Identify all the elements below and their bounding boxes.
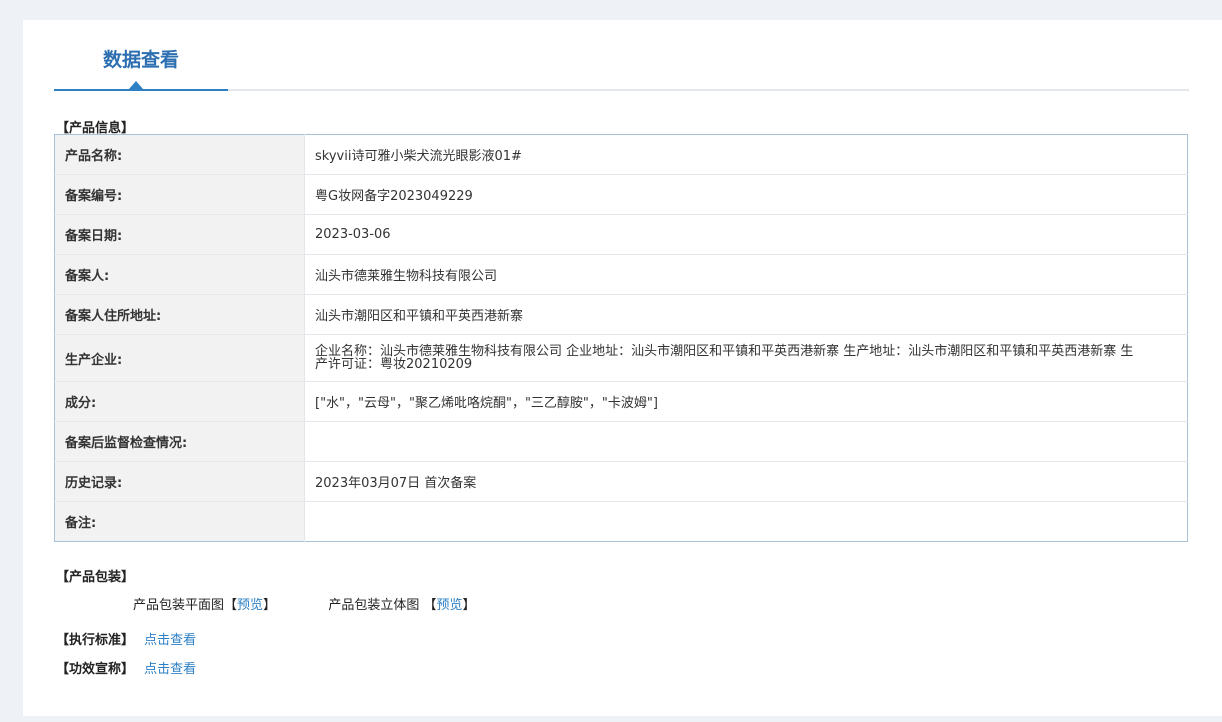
main-panel: 数据查看 【产品信息】 产品名称: skyvii诗可雅小柴犬流光眼影液01# 备… bbox=[23, 20, 1222, 716]
row-value-product-name: skyvii诗可雅小柴犬流光眼影液01# bbox=[304, 134, 1188, 175]
packaging-row: 产品包装平面图【预览】 产品包装立体图 【预览】 bbox=[133, 594, 476, 613]
packaging-flat-preview-link[interactable]: 预览 bbox=[237, 598, 263, 613]
row-value-registrant: 汕头市德莱雅生物科技有限公司 bbox=[304, 254, 1188, 295]
table-row: 产品名称: skyvii诗可雅小柴犬流光眼影液01# bbox=[54, 134, 1188, 175]
packaging-section-title: 【产品包装】 bbox=[56, 570, 135, 585]
table-row: 历史记录: 2023年03月07日 首次备案 bbox=[54, 461, 1188, 502]
row-label-history: 历史记录: bbox=[54, 461, 305, 502]
standard-view-link[interactable]: 点击查看 bbox=[144, 633, 196, 648]
table-row: 备案编号: 粤G妆网备字2023049229 bbox=[54, 174, 1188, 215]
row-label-remarks: 备注: bbox=[54, 501, 305, 542]
bracket-close: 】 bbox=[263, 598, 277, 613]
table-row: 备案后监督检查情况: bbox=[54, 421, 1188, 462]
table-row: 备案人住所地址: 汕头市潮阳区和平镇和平英西港新寨 bbox=[54, 294, 1188, 335]
row-value-record-date: 2023-03-06 bbox=[304, 214, 1188, 255]
bracket-open: 【 bbox=[423, 598, 437, 613]
row-value-manufacturer: 企业名称：汕头市德莱雅生物科技有限公司 企业地址：汕头市潮阳区和平镇和平英西港新… bbox=[304, 334, 1188, 382]
row-value-registrant-address: 汕头市潮阳区和平镇和平英西港新寨 bbox=[304, 294, 1188, 335]
table-row: 备案日期: 2023-03-06 bbox=[54, 214, 1188, 255]
efficacy-label: 【功效宣称】 bbox=[56, 662, 135, 677]
tab-bar: 数据查看 bbox=[54, 20, 1189, 91]
row-label-registrant-address: 备案人住所地址: bbox=[54, 294, 305, 335]
row-label-manufacturer: 生产企业: bbox=[54, 334, 305, 382]
product-info-table: 产品名称: skyvii诗可雅小柴犬流光眼影液01# 备案编号: 粤G妆网备字2… bbox=[54, 134, 1188, 542]
manufacturer-detail-text: 企业名称：汕头市德莱雅生物科技有限公司 企业地址：汕头市潮阳区和平镇和平英西港新… bbox=[315, 344, 1134, 372]
row-value-supervision bbox=[304, 421, 1188, 462]
standard-row: 【执行标准】 点击查看 bbox=[56, 629, 196, 648]
row-label-ingredients: 成分: bbox=[54, 381, 305, 422]
table-row: 备注: bbox=[54, 501, 1188, 542]
table-row: 成分: ["水"，"云母"，"聚乙烯吡咯烷酮"，"三乙醇胺"，"卡波姆"] bbox=[54, 381, 1188, 422]
table-row: 备案人: 汕头市德莱雅生物科技有限公司 bbox=[54, 254, 1188, 295]
row-value-ingredients: ["水"，"云母"，"聚乙烯吡咯烷酮"，"三乙醇胺"，"卡波姆"] bbox=[304, 381, 1188, 422]
efficacy-row: 【功效宣称】 点击查看 bbox=[56, 658, 196, 677]
row-value-history: 2023年03月07日 首次备案 bbox=[304, 461, 1188, 502]
row-label-supervision: 备案后监督检查情况: bbox=[54, 421, 305, 462]
tab-active-arrow-icon bbox=[129, 81, 143, 89]
packaging-solid-preview-link[interactable]: 预览 bbox=[437, 598, 463, 613]
table-row: 生产企业: 企业名称：汕头市德莱雅生物科技有限公司 企业地址：汕头市潮阳区和平镇… bbox=[54, 334, 1188, 382]
packaging-flat-label: 产品包装平面图 bbox=[133, 598, 225, 613]
row-label-record-number: 备案编号: bbox=[54, 174, 305, 215]
row-label-record-date: 备案日期: bbox=[54, 214, 305, 255]
bracket-open: 【 bbox=[224, 598, 238, 613]
bracket-close: 】 bbox=[462, 598, 476, 613]
row-value-remarks bbox=[305, 502, 1188, 542]
row-value-record-number: 粤G妆网备字2023049229 bbox=[304, 174, 1188, 215]
efficacy-view-link[interactable]: 点击查看 bbox=[144, 662, 196, 677]
row-label-registrant: 备案人: bbox=[54, 254, 305, 295]
standard-label: 【执行标准】 bbox=[56, 633, 135, 648]
row-label-product-name: 产品名称: bbox=[54, 134, 305, 175]
packaging-solid-label: 产品包装立体图 bbox=[328, 598, 420, 613]
